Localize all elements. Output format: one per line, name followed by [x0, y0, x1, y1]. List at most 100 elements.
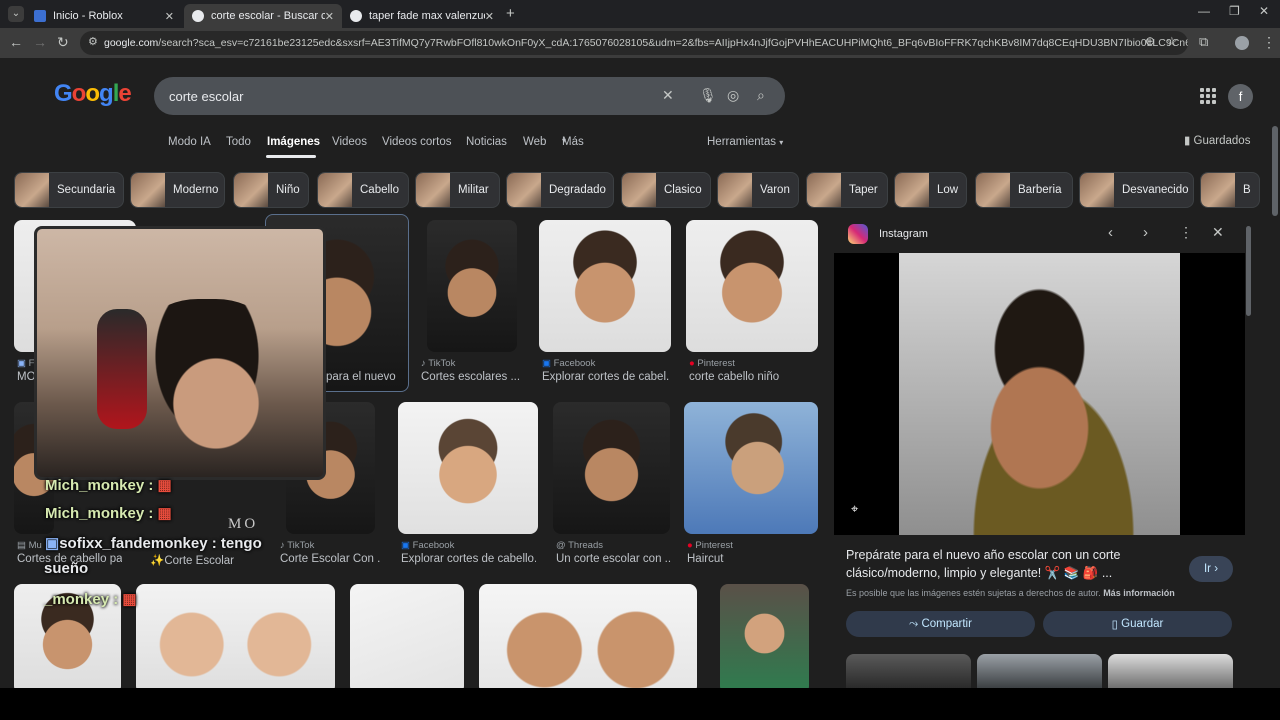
- chip-desvanecido[interactable]: Desvanecido: [1079, 172, 1194, 208]
- close-tab-icon[interactable]: ✕: [325, 10, 334, 23]
- search-box[interactable]: corte escolar ✕ 🎙 ◎ ⌕: [154, 77, 785, 115]
- tab-search-icon[interactable]: ⌄: [8, 6, 24, 22]
- apps-grid-icon[interactable]: [1200, 88, 1216, 104]
- search-input[interactable]: corte escolar: [169, 89, 243, 104]
- related-image[interactable]: [1108, 654, 1233, 688]
- saved-button[interactable]: ▮ Guardados: [1184, 133, 1250, 147]
- result-image[interactable]: [427, 220, 517, 352]
- facebook-icon: ▣: [542, 358, 551, 369]
- tools-button[interactable]: Herramientas ▾: [707, 136, 783, 148]
- result-caption[interactable]: ✨Corte Escolar: [150, 553, 255, 567]
- back-icon[interactable]: ←: [9, 34, 23, 50]
- new-tab-button[interactable]: +: [506, 5, 515, 22]
- microphone-icon[interactable]: 🎙: [699, 87, 717, 104]
- result-source: ♪ TikTok: [280, 540, 314, 551]
- preview-image[interactable]: [899, 253, 1180, 535]
- emote-icon: ▦: [122, 591, 137, 608]
- reload-icon[interactable]: ↻: [57, 34, 69, 51]
- address-bar[interactable]: google.com/search?sca_esv=c72161be23125e…: [80, 31, 1188, 55]
- result-image[interactable]: [720, 584, 809, 688]
- tab-corte-escolar[interactable]: corte escolar - Buscar con Google ✕: [184, 4, 342, 28]
- panel-title[interactable]: Prepárate para el nuevo año escolar con …: [846, 546, 1166, 582]
- result-caption[interactable]: Haircut: [687, 553, 815, 565]
- result-image[interactable]: [553, 402, 670, 534]
- result-source: ▣ Facebook: [401, 540, 454, 551]
- tools-label: Herramientas: [707, 136, 777, 148]
- result-image[interactable]: [684, 402, 818, 534]
- save-button[interactable]: ▯ Guardar: [1043, 611, 1232, 637]
- close-window-icon[interactable]: ✕: [1259, 4, 1269, 18]
- result-image[interactable]: [479, 584, 697, 688]
- chip-varon[interactable]: Varon: [717, 172, 799, 208]
- chip-clasico[interactable]: Clasico: [621, 172, 711, 208]
- previous-icon[interactable]: ‹: [1108, 224, 1113, 241]
- close-tab-icon[interactable]: ✕: [485, 10, 494, 23]
- share-button[interactable]: ⤳ Compartir: [846, 611, 1035, 637]
- lens-search-icon[interactable]: ⌖: [851, 501, 858, 517]
- chip-low[interactable]: Low: [894, 172, 967, 208]
- page-scrollbar[interactable]: [1270, 116, 1280, 688]
- close-tab-icon[interactable]: ✕: [165, 10, 174, 23]
- bookmark-star-icon[interactable]: ☆: [1166, 34, 1178, 50]
- search-icon[interactable]: ⌕: [757, 87, 765, 104]
- active-tab-indicator: [266, 155, 316, 158]
- close-panel-icon[interactable]: ✕: [1212, 224, 1224, 241]
- extensions-icon[interactable]: ⧉: [1199, 34, 1208, 50]
- panel-source[interactable]: Instagram: [879, 228, 928, 240]
- tab-noticias[interactable]: Noticias: [466, 136, 507, 148]
- minimize-icon[interactable]: —: [1198, 4, 1210, 18]
- chip-cabello[interactable]: Cabello: [317, 172, 409, 208]
- chip-militar[interactable]: Militar: [415, 172, 500, 208]
- tab-imagenes[interactable]: Imágenes: [267, 136, 320, 148]
- next-icon[interactable]: ›: [1143, 224, 1148, 241]
- more-info-link[interactable]: Más información: [1103, 588, 1175, 598]
- result-image[interactable]: [350, 584, 464, 688]
- chip-thumbnail: [318, 173, 352, 207]
- chip-moderno[interactable]: Moderno: [130, 172, 225, 208]
- result-image[interactable]: [136, 584, 335, 688]
- clear-icon[interactable]: ✕: [662, 87, 674, 104]
- chip-degradado[interactable]: Degradado: [506, 172, 614, 208]
- tab-taper-fade[interactable]: taper fade max valenzuela - Bu ✕: [342, 4, 502, 28]
- result-source: ▣ F: [17, 358, 34, 369]
- scrollbar-thumb[interactable]: [1272, 126, 1278, 216]
- result-caption[interactable]: Cortes escolares ...: [421, 371, 521, 383]
- related-image[interactable]: [977, 654, 1102, 688]
- visit-button[interactable]: Ir ›: [1189, 556, 1233, 582]
- chip-nino[interactable]: Niño: [233, 172, 309, 208]
- tab-todo[interactable]: Todo: [226, 136, 251, 148]
- watermark-text: MO: [228, 516, 259, 532]
- chip-barberia[interactable]: Barberia: [975, 172, 1073, 208]
- chip-secundaria[interactable]: Secundaria: [14, 172, 124, 208]
- result-caption[interactable]: corte cabello niño: [689, 371, 817, 383]
- panel-scrollbar[interactable]: [1246, 226, 1251, 316]
- image-preview-panel: Instagram ‹ › ⋮ ✕ ⌖ Prepárate para el nu…: [834, 216, 1254, 688]
- tab-videos-cortos[interactable]: Videos cortos: [382, 136, 451, 148]
- result-caption[interactable]: Corte Escolar Con ...: [280, 553, 380, 565]
- result-image[interactable]: [539, 220, 671, 352]
- result-caption[interactable]: para el nuevo...: [326, 371, 396, 383]
- lens-icon[interactable]: ◎: [727, 87, 739, 104]
- tab-web[interactable]: Web: [523, 136, 546, 148]
- menu-dots-icon[interactable]: ⋮: [1262, 34, 1276, 51]
- tab-modo-ia[interactable]: Modo IA: [168, 136, 211, 148]
- profile-icon[interactable]: [1235, 36, 1249, 50]
- site-info-icon[interactable]: ⚙: [88, 35, 98, 48]
- google-logo[interactable]: Google: [54, 80, 132, 108]
- result-image[interactable]: [686, 220, 818, 352]
- restore-icon[interactable]: ❐: [1229, 4, 1240, 18]
- chat-message: Mich_monkey : ▦: [45, 504, 172, 522]
- zoom-icon[interactable]: ⊕: [1145, 34, 1155, 48]
- result-caption[interactable]: Un corte escolar con ...: [556, 553, 671, 565]
- result-caption[interactable]: Explorar cortes de cabello...: [401, 553, 536, 565]
- tab-videos[interactable]: Videos: [332, 136, 367, 148]
- chip-b[interactable]: B: [1200, 172, 1260, 208]
- more-options-icon[interactable]: ⋮: [1179, 224, 1193, 241]
- account-avatar[interactable]: f: [1228, 84, 1253, 109]
- tab-roblox[interactable]: Inicio - Roblox ✕: [26, 4, 182, 28]
- chip-label: Secundaria: [57, 184, 116, 196]
- result-caption[interactable]: Explorar cortes de cabel...: [542, 371, 670, 383]
- chip-taper[interactable]: Taper: [806, 172, 888, 208]
- result-image[interactable]: [398, 402, 538, 534]
- related-image[interactable]: [846, 654, 971, 688]
